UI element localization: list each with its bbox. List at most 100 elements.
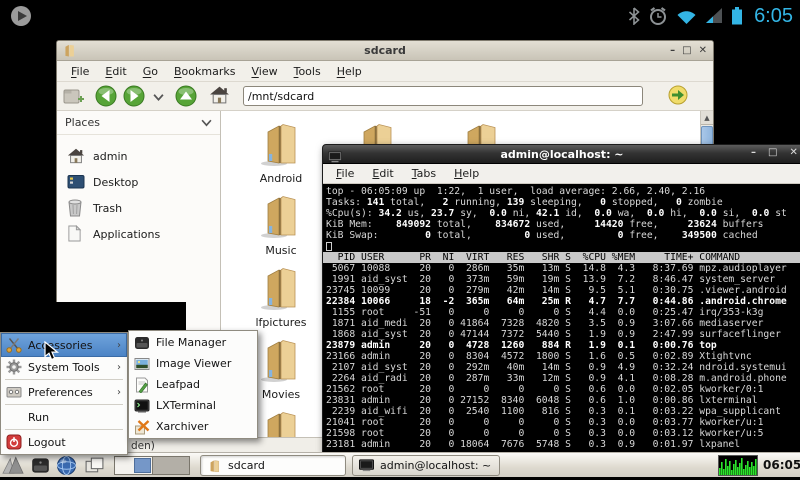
image-viewer-icon xyxy=(134,356,150,372)
menu-item-label: System Tools xyxy=(28,360,100,374)
terminal-menu-tabs[interactable]: Tabs xyxy=(403,165,445,182)
wifi-icon xyxy=(676,7,697,25)
terminal-icon xyxy=(359,458,374,473)
preferences-icon xyxy=(6,384,22,400)
sidebar-item-applications[interactable]: Applications xyxy=(57,221,220,247)
accessories-icon xyxy=(6,337,22,353)
taskbar-window-admin-localhost[interactable]: admin@localhost: ~ xyxy=(352,455,500,476)
play-notification-icon xyxy=(9,4,33,28)
process-row: 23879 admin 20 0 4728 1260 884 R 1.9 0.1… xyxy=(326,340,717,351)
menu-item-accessories[interactable]: Accessories › xyxy=(1,333,127,357)
screen: 6:05 sdcard – □ ✕ File Edit Go Bookmarks Vie… xyxy=(0,0,800,480)
fm-menu-help[interactable]: Help xyxy=(329,63,370,80)
maximize-button[interactable]: □ xyxy=(768,147,777,158)
minimize-button[interactable]: – xyxy=(751,147,756,158)
submenu-item-file-manager[interactable]: File Manager xyxy=(130,332,256,353)
workspace-2[interactable] xyxy=(152,457,189,474)
maximize-button[interactable]: □ xyxy=(682,43,691,58)
minimize-button[interactable]: – xyxy=(670,43,675,58)
sidebar-item-admin[interactable]: admin xyxy=(57,143,220,169)
submenu-item-leafpad[interactable]: Leafpad xyxy=(130,374,256,395)
submenu-item-label: Xarchiver xyxy=(156,420,209,433)
taskbar: sdcard admin@localhost: ~ 06:05 xyxy=(0,452,800,477)
scroll-up-icon[interactable]: ▲ xyxy=(701,111,713,125)
terminal-menu-help[interactable]: Help xyxy=(445,165,488,182)
close-button[interactable]: ✕ xyxy=(699,43,707,58)
file-manager-icon xyxy=(134,335,150,351)
workspace-pager[interactable] xyxy=(114,456,190,475)
terminal-window: admin@localhost: ~ – □ ✕ File Edit Tabs Hel… xyxy=(322,144,800,453)
fm-menu-edit[interactable]: Edit xyxy=(97,63,134,80)
fm-menu-file[interactable]: File xyxy=(63,63,97,80)
forward-button[interactable] xyxy=(123,85,145,107)
menu-item-system-tools[interactable]: System Tools › xyxy=(2,356,126,378)
taskbar-clock[interactable]: 06:05 xyxy=(763,458,800,472)
sidebar-item-trash[interactable]: Trash xyxy=(57,195,220,221)
fm-menu-view[interactable]: View xyxy=(243,63,285,80)
process-row: 2107 aid_syst 20 0 292m 40m 14m S 0.9 4.… xyxy=(326,362,787,373)
fm-menu-tools[interactable]: Tools xyxy=(286,63,329,80)
fm-menu-bookmarks[interactable]: Bookmarks xyxy=(166,63,243,80)
back-button[interactable] xyxy=(95,85,117,107)
browser-icon[interactable] xyxy=(55,455,77,476)
sidebar-item-desktop[interactable]: Desktop xyxy=(57,169,220,195)
path-input[interactable] xyxy=(243,86,643,106)
terminal-menu-file[interactable]: File xyxy=(327,165,363,182)
android-status-bar: 6:05 xyxy=(0,0,800,32)
window-title: admin@localhost: ~ xyxy=(500,148,624,161)
menu-item-logout[interactable]: Logout xyxy=(2,431,126,453)
submenu-arrow-icon: › xyxy=(117,339,121,351)
process-row: 21562 root 20 0 0 0 0 S 0.6 0.0 0:02.05 … xyxy=(326,384,764,395)
process-row: 2264 aid_radi 20 0 287m 33m 12m S 0.9 4.… xyxy=(326,373,787,384)
submenu-item-xarchiver[interactable]: Xarchiver xyxy=(130,416,256,437)
alarm-icon xyxy=(648,6,668,26)
file-manager-icon[interactable] xyxy=(29,455,51,476)
battery-icon xyxy=(731,7,743,25)
process-row: 23181 admin 20 0 18064 7676 5748 S 0.3 0… xyxy=(326,439,741,450)
file-manager-menubar: File Edit Go Bookmarks View Tools Help xyxy=(57,61,713,82)
taskbar-window-sdcard[interactable]: sdcard xyxy=(200,455,346,476)
terminal-titlebar[interactable]: admin@localhost: ~ – □ ✕ xyxy=(323,145,800,164)
fm-menu-go[interactable]: Go xyxy=(135,63,166,80)
submenu-item-label: LXTerminal xyxy=(156,399,216,412)
history-chevron-icon[interactable] xyxy=(153,85,167,107)
menu-separator xyxy=(5,429,123,430)
new-tab-icon[interactable] xyxy=(63,85,85,107)
go-button[interactable] xyxy=(668,85,688,107)
file-manager-titlebar[interactable]: sdcard – □ ✕ xyxy=(57,41,713,61)
menu-item-preferences[interactable]: Preferences › xyxy=(2,381,126,403)
workspace-window-thumb xyxy=(133,458,151,473)
folder-icon xyxy=(207,459,222,473)
home-button[interactable] xyxy=(209,85,231,107)
places-header[interactable]: Places xyxy=(57,111,220,135)
folder-lfpictures[interactable]: lfpictures xyxy=(238,265,324,329)
menu-item-label: Run xyxy=(28,410,50,424)
bluetooth-icon xyxy=(628,7,640,25)
close-button[interactable]: ✕ xyxy=(789,147,797,158)
workspace-1[interactable] xyxy=(115,457,153,474)
folder-music[interactable]: Music xyxy=(238,193,324,257)
blank-icon xyxy=(6,409,22,425)
top-summary-line: Tasks: 141 total, 2 running, 139 sleepin… xyxy=(326,197,723,208)
menu-separator xyxy=(5,404,123,405)
lxde-menu-icon[interactable] xyxy=(2,455,24,476)
process-table-header: PID USER PR NI VIRT RES SHR S %CPU %MEM … xyxy=(323,252,800,263)
cpu-monitor[interactable] xyxy=(718,455,758,476)
folder-android[interactable]: Android xyxy=(238,121,324,185)
process-row: 2239 aid_wifi 20 0 2540 1100 816 S 0.3 0… xyxy=(326,406,781,417)
up-button[interactable] xyxy=(175,85,197,107)
submenu-item-lxterminal[interactable]: LXTerminal xyxy=(130,395,256,416)
folder-label: lfpictures xyxy=(255,316,307,329)
terminal-output[interactable]: top - 06:05:09 up 1:22, 1 user, load ave… xyxy=(323,184,800,452)
sidebar-item-label: Desktop xyxy=(93,175,139,189)
lxterminal-icon xyxy=(134,398,150,414)
terminal-menu-edit[interactable]: Edit xyxy=(363,165,402,182)
process-row: 23831 admin 20 0 27152 8340 6048 S 0.6 1… xyxy=(326,395,758,406)
menu-item-run[interactable]: Run xyxy=(2,406,126,428)
terminal-menubar: File Edit Tabs Help xyxy=(323,164,800,184)
process-row: 22384 10066 18 -2 365m 64m 25m R 4.7 7.7… xyxy=(326,296,787,307)
submenu-item-image-viewer[interactable]: Image Viewer xyxy=(130,353,256,374)
sidebar-item-label: Applications xyxy=(93,227,161,241)
show-desktop-icon[interactable] xyxy=(83,455,105,476)
logout-icon xyxy=(6,434,22,450)
